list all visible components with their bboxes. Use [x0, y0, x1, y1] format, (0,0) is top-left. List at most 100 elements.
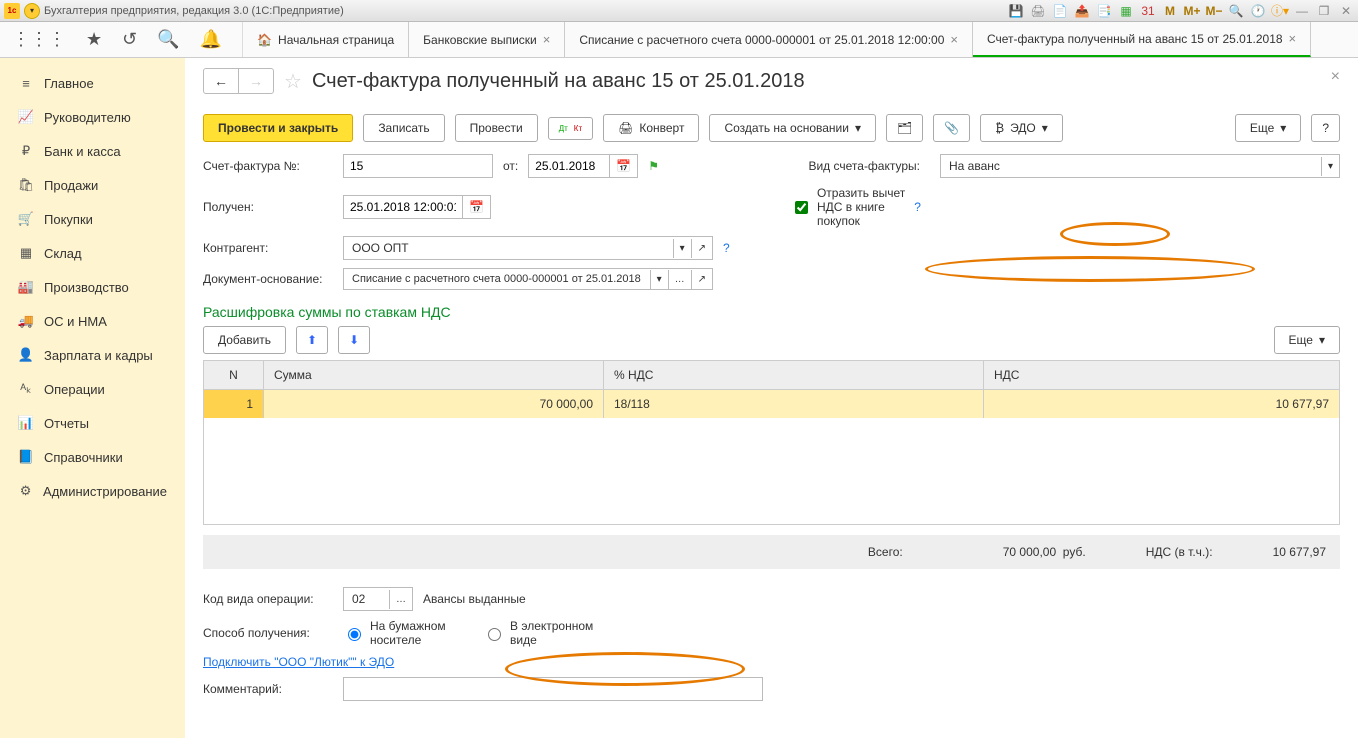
bell-icon[interactable]: 🔔: [200, 29, 222, 50]
mode-electronic-radio[interactable]: В электронном виде: [483, 619, 613, 647]
sidebar-item-assets[interactable]: 🚚ОС и НМА: [0, 304, 185, 338]
sf-type-select[interactable]: На аванс▾: [940, 154, 1340, 178]
dtkt-button[interactable]: ДтКт: [548, 117, 593, 140]
chevron-down-icon[interactable]: ▾: [650, 270, 668, 289]
sidebar-item-bank[interactable]: ₽Банк и касса: [0, 134, 185, 168]
base-doc-select[interactable]: Списание с расчетного счета 0000-000001 …: [343, 268, 713, 290]
mode-paper-radio[interactable]: На бумажном носителе: [343, 619, 473, 647]
received-box[interactable]: 📅: [343, 195, 491, 219]
chevron-down-icon[interactable]: ▾: [673, 239, 691, 258]
sidebar-item-salary[interactable]: 👤Зарплата и кадры: [0, 338, 185, 372]
favorite-star-icon[interactable]: ☆: [284, 69, 302, 94]
chevron-down-icon[interactable]: ▾: [1321, 157, 1339, 176]
sidebar-item-production[interactable]: 🏭Производство: [0, 270, 185, 304]
sidebar-item-main[interactable]: ≡Главное: [0, 66, 185, 100]
close-icon[interactable]: ×: [543, 32, 551, 47]
close-icon[interactable]: ×: [950, 32, 958, 47]
tab-home[interactable]: 🏠Начальная страница: [243, 22, 409, 57]
save-icon[interactable]: 💾: [1008, 3, 1024, 19]
sidebar-item-purchases[interactable]: 🛒Покупки: [0, 202, 185, 236]
zoom-in-icon[interactable]: 🔍: [1228, 3, 1244, 19]
sheet-icon[interactable]: 📑: [1096, 3, 1112, 19]
received-input[interactable]: [344, 196, 462, 218]
window-restore[interactable]: ❐: [1316, 3, 1332, 19]
tab-writeoff[interactable]: Списание с расчетного счета 0000-000001 …: [565, 22, 973, 57]
sidebar-item-catalogs[interactable]: 📘Справочники: [0, 440, 185, 474]
related-docs-button[interactable]: 🗂: [886, 114, 923, 142]
write-button[interactable]: Записать: [363, 114, 444, 142]
m-plus-icon[interactable]: M+: [1184, 3, 1200, 19]
reflect-vat-checkbox[interactable]: Отразить вычет НДС в книге покупок ?: [791, 186, 921, 228]
sf-date-box[interactable]: 📅: [528, 154, 638, 178]
app-menu-dropdown[interactable]: ▾: [24, 3, 40, 19]
favorites-icon[interactable]: ★: [86, 29, 102, 50]
contractor-label: Контрагент:: [203, 241, 333, 255]
open-icon[interactable]: ↗: [691, 270, 712, 289]
clock-icon[interactable]: 🕐: [1250, 3, 1266, 19]
post-and-close-button[interactable]: Провести и закрыть: [203, 114, 353, 142]
convert-button[interactable]: 🖨 Конверт: [603, 114, 699, 142]
sidebar-item-operations[interactable]: ᴬₖОперации: [0, 372, 185, 406]
sidebar-item-manager[interactable]: 📈Руководителю: [0, 100, 185, 134]
nav-back[interactable]: ←: [204, 69, 239, 93]
sidebar-item-reports[interactable]: 📊Отчеты: [0, 406, 185, 440]
attach-button[interactable]: 📎: [933, 114, 970, 142]
sf-date-input[interactable]: [529, 155, 609, 177]
sf-number-input[interactable]: [343, 154, 493, 178]
sidebar-item-warehouse[interactable]: ▦Склад: [0, 236, 185, 270]
apps-icon[interactable]: ⋮⋮⋮: [12, 29, 66, 50]
close-page-icon[interactable]: ×: [1331, 68, 1340, 86]
sidebar-item-admin[interactable]: ⚙Администрирование: [0, 474, 185, 508]
post-button[interactable]: Провести: [455, 114, 538, 142]
window-minimize[interactable]: —: [1294, 3, 1310, 19]
chart-icon: 📈: [18, 109, 34, 125]
table-row[interactable]: 1 70 000,00 18/118 10 677,97: [204, 390, 1339, 418]
received-label: Получен:: [203, 200, 333, 214]
flag-icon[interactable]: ⚑: [648, 159, 659, 173]
close-icon[interactable]: ×: [1289, 31, 1297, 46]
export-icon[interactable]: 📤: [1074, 3, 1090, 19]
m-icon[interactable]: M: [1162, 3, 1178, 19]
tab-bank-statements[interactable]: Банковские выписки×: [409, 22, 565, 57]
create-based-button[interactable]: Создать на основании ▾: [709, 114, 876, 142]
more-table-button[interactable]: Еще ▾: [1274, 326, 1340, 354]
info-icon[interactable]: ⓘ▾: [1272, 3, 1288, 19]
edo-button[interactable]: ₿ ЭДО ▾: [980, 114, 1063, 142]
history-icon[interactable]: ↺: [122, 29, 137, 50]
tab-invoice[interactable]: Счет-фактура полученный на аванс 15 от 2…: [973, 22, 1311, 57]
calendar-icon[interactable]: 📅: [609, 155, 637, 177]
title-bar: 1c ▾ Бухгалтерия предприятия, редакция 3…: [0, 0, 1358, 22]
more-button[interactable]: Еще ▾: [1235, 114, 1301, 142]
contractor-select[interactable]: ООО ОПТ▾↗: [343, 236, 713, 260]
col-sum: Сумма: [264, 361, 604, 389]
grid-icon[interactable]: ▦: [1118, 3, 1134, 19]
open-icon[interactable]: ↗: [691, 239, 712, 258]
connect-edo-link[interactable]: Подключить "ООО "Лютик"" к ЭДО: [203, 655, 394, 669]
m-minus-icon[interactable]: M−: [1206, 3, 1222, 19]
sidebar-item-sales[interactable]: 🛍Продажи: [0, 168, 185, 202]
section-title: Расшифровка суммы по ставкам НДС: [203, 304, 1340, 320]
window-close[interactable]: ✕: [1338, 3, 1354, 19]
help-link[interactable]: ?: [723, 241, 730, 255]
receive-mode-label: Способ получения:: [203, 626, 333, 640]
nav-forward[interactable]: →: [239, 69, 273, 93]
person-icon: 👤: [18, 347, 34, 363]
print-icon[interactable]: 🖨: [1030, 3, 1046, 19]
pick-icon[interactable]: …: [389, 590, 412, 609]
doc-icon[interactable]: 📄: [1052, 3, 1068, 19]
calendar-icon[interactable]: 31: [1140, 3, 1156, 19]
search-icon[interactable]: 🔍: [157, 29, 179, 50]
move-down-button[interactable]: ⬇: [338, 326, 370, 354]
calendar-icon[interactable]: 📅: [462, 196, 490, 218]
help-link[interactable]: ?: [914, 200, 921, 214]
pick-icon[interactable]: …: [668, 270, 691, 289]
comment-input[interactable]: [343, 677, 763, 701]
op-code-input[interactable]: 02…: [343, 587, 413, 611]
dtkt-icon: ᴬₖ: [18, 381, 34, 397]
help-button[interactable]: ?: [1311, 114, 1340, 142]
move-up-button[interactable]: ⬆: [296, 326, 328, 354]
col-n: N: [204, 361, 264, 389]
add-row-button[interactable]: Добавить: [203, 326, 286, 354]
window-toolbar: 💾 🖨 📄 📤 📑 ▦ 31 M M+ M− 🔍 🕐 ⓘ▾ — ❐ ✕: [1008, 3, 1354, 19]
totals-bar: Всего: 70 000,00 руб. НДС (в т.ч.): 10 6…: [203, 535, 1340, 569]
